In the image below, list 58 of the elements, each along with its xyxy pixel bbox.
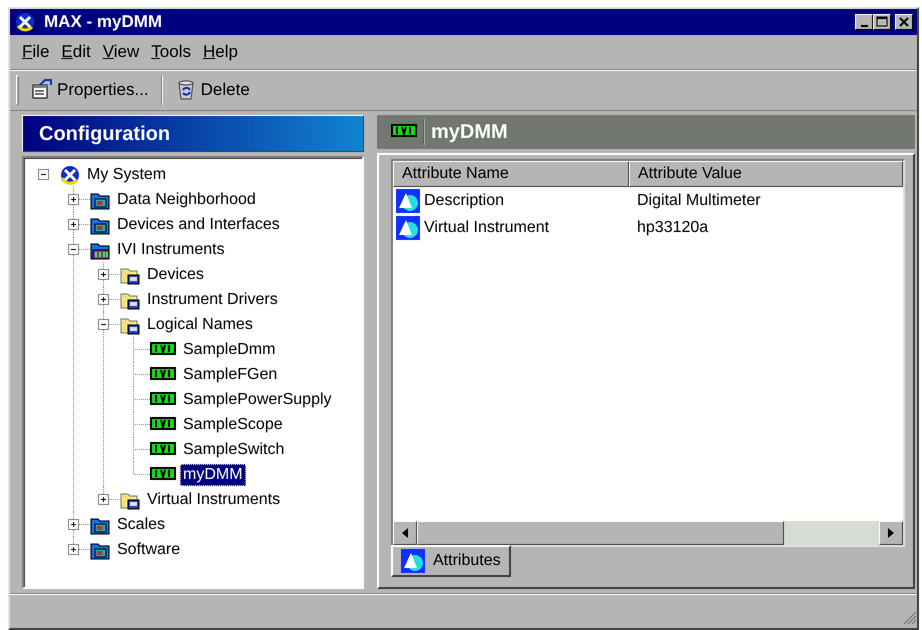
tree-item[interactable]: myDMM bbox=[180, 464, 246, 486]
expand-toggle[interactable] bbox=[98, 269, 108, 280]
maximize-icon bbox=[874, 15, 890, 29]
toolbar-button[interactable]: Properties... bbox=[27, 75, 153, 105]
tree-item[interactable]: SamplePowerSupply bbox=[180, 388, 335, 410]
expand-toggle[interactable] bbox=[68, 194, 78, 205]
tree-item[interactable]: Devices and Interfaces bbox=[114, 214, 283, 236]
panel-header: Configuration bbox=[22, 115, 364, 152]
tree-item[interactable]: SampleScope bbox=[180, 414, 286, 436]
resize-grip-icon[interactable] bbox=[901, 609, 917, 625]
globe-icon bbox=[60, 164, 80, 184]
expand-toggle[interactable] bbox=[98, 494, 108, 505]
menu-item[interactable]: Help bbox=[196, 39, 244, 65]
scroll-right-icon bbox=[887, 528, 895, 538]
expand-toggle[interactable] bbox=[68, 219, 78, 230]
tree-item[interactable]: SampleDmm bbox=[180, 338, 278, 360]
tree-item[interactable]: Virtual Instruments bbox=[144, 488, 284, 510]
window-title: MAX - myDMM bbox=[44, 11, 162, 34]
attribute-icon bbox=[396, 216, 420, 240]
menu-item[interactable]: Tools bbox=[145, 39, 197, 65]
close-button[interactable] bbox=[895, 14, 913, 30]
table-cell-text: hp33120a bbox=[636, 218, 710, 238]
expand-toggle[interactable] bbox=[98, 294, 108, 305]
maximize-button[interactable] bbox=[873, 14, 891, 30]
tree-item[interactable]: Devices bbox=[144, 264, 207, 286]
attribute-icon bbox=[396, 188, 420, 212]
collapse-toggle[interactable] bbox=[38, 169, 48, 180]
table-cell-text: Description bbox=[423, 190, 506, 210]
tree-item[interactable]: Data Neighborhood bbox=[114, 188, 259, 210]
tree-item[interactable]: IVI Instruments bbox=[114, 238, 228, 260]
tree-item[interactable]: Software bbox=[114, 538, 184, 560]
tab[interactable]: Attributes bbox=[391, 545, 511, 577]
table-cell-text: Virtual Instrument bbox=[423, 218, 550, 238]
table-cell-text: Digital Multimeter bbox=[636, 190, 762, 210]
column-header[interactable]: Attribute Name bbox=[393, 161, 629, 187]
tree-item[interactable]: My System bbox=[84, 164, 170, 186]
minimize-button[interactable] bbox=[855, 14, 873, 30]
menu-item[interactable]: File bbox=[16, 39, 56, 65]
tree-item[interactable]: SampleSwitch bbox=[180, 438, 288, 460]
app-icon bbox=[14, 12, 36, 32]
collapse-toggle[interactable] bbox=[98, 319, 108, 330]
properties-icon bbox=[31, 79, 53, 101]
tree-item[interactable]: Instrument Drivers bbox=[144, 288, 281, 310]
tree-item[interactable]: Logical Names bbox=[144, 314, 256, 336]
tree-item[interactable]: Scales bbox=[114, 514, 168, 536]
detail-title: myDMM bbox=[431, 120, 508, 145]
attribute-icon bbox=[401, 549, 425, 573]
expand-toggle[interactable] bbox=[68, 544, 78, 555]
collapse-toggle[interactable] bbox=[68, 244, 78, 255]
menu-item[interactable]: Edit bbox=[55, 39, 97, 65]
column-header[interactable]: Attribute Value bbox=[629, 161, 903, 187]
minimize-icon bbox=[860, 25, 868, 27]
expand-toggle[interactable] bbox=[68, 519, 78, 530]
menu-item[interactable]: View bbox=[96, 39, 146, 65]
scroll-left-icon bbox=[401, 528, 409, 538]
horizontal-scrollbar[interactable] bbox=[393, 521, 903, 545]
tree-item[interactable]: SampleFGen bbox=[180, 364, 280, 386]
toolbar-button[interactable]: Delete bbox=[170, 75, 254, 105]
